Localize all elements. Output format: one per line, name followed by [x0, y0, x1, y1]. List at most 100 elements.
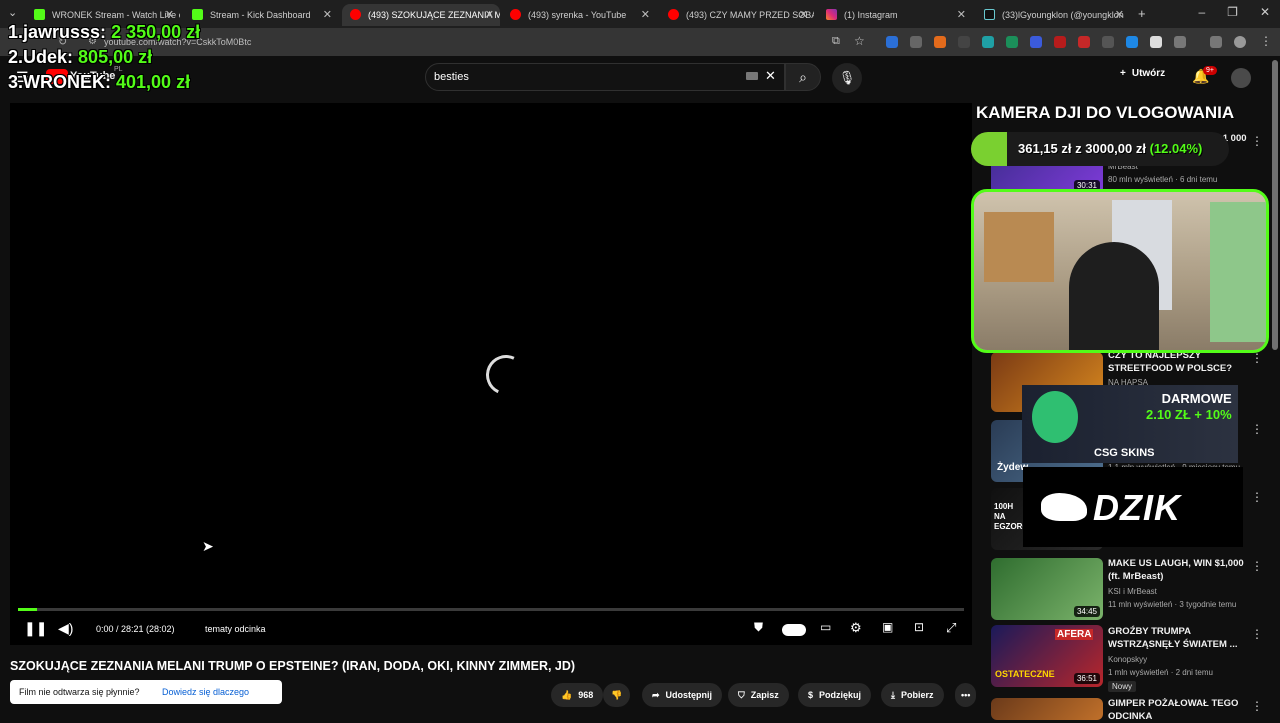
extension-icon[interactable] — [1006, 36, 1018, 48]
profile-icon[interactable] — [1234, 36, 1246, 48]
fullscreen-icon[interactable]: ⤢ — [946, 620, 956, 636]
extension-icon[interactable] — [1030, 36, 1042, 48]
notification-count-badge: 9+ — [1203, 66, 1217, 75]
recommended-title[interactable]: GIMPER POŻAŁOWAŁ TEGO ODCINKA — [1108, 697, 1248, 723]
more-vertical-icon[interactable]: ⋮ — [1251, 351, 1263, 365]
share-icon: ➦ — [652, 689, 660, 700]
clear-search-icon[interactable]: ✕ — [765, 68, 776, 84]
extension-icon[interactable] — [910, 36, 922, 48]
video-thumbnail[interactable]: AFERA OSTATECZNE 36:51 — [991, 625, 1103, 687]
voice-search-button[interactable]: 🎙 — [832, 63, 862, 93]
pause-icon[interactable]: ❚❚ — [24, 620, 47, 637]
avatar[interactable] — [1231, 68, 1251, 88]
extensions-puzzle-icon[interactable] — [1174, 36, 1186, 48]
autoplay-toggle[interactable] — [782, 624, 806, 636]
recommended-title[interactable]: MAKE US LAUGH, WIN $1,000 (ft. MrBeast) — [1108, 557, 1248, 583]
more-vertical-icon[interactable]: ⋮ — [1251, 699, 1263, 713]
volume-icon[interactable]: ◀) — [58, 620, 73, 637]
extension-icon[interactable] — [958, 36, 970, 48]
browser-tab[interactable]: (1) Instagram ✕ — [818, 4, 972, 26]
dislike-button[interactable]: 👎 — [603, 683, 631, 707]
share-button[interactable]: ➦ Udostępnij — [642, 683, 723, 707]
recommended-channel[interactable]: Konopskyy — [1108, 655, 1147, 664]
new-badge: Nowy — [1108, 681, 1137, 692]
browser-tab[interactable]: Stream - Kick Dashboard ✕ — [184, 4, 338, 26]
extension-icon[interactable] — [1150, 36, 1162, 48]
subtitles-icon[interactable]: ▭ — [820, 620, 831, 634]
more-vertical-icon[interactable]: ⋮ — [1251, 134, 1263, 148]
reading-list-icon[interactable] — [1210, 36, 1222, 48]
browser-tab-active[interactable]: (493) SZOKUJĄCE ZEZNANIA M ✕ — [342, 4, 500, 26]
toast-learn-more-link[interactable]: Dowiedz się dlaczego — [162, 687, 249, 697]
new-tab-icon[interactable]: + — [1138, 6, 1146, 21]
loading-spinner — [480, 349, 532, 401]
donation-current: 361,15 zł — [1018, 141, 1072, 156]
duration-badge: 34:45 — [1073, 606, 1100, 617]
progress-bar[interactable] — [18, 608, 964, 611]
extension-icon[interactable] — [1054, 36, 1066, 48]
duration-badge: 36:51 — [1073, 673, 1100, 684]
tab-label: (493) SZOKUJĄCE ZEZNANIA M — [368, 10, 500, 20]
recommended-title[interactable]: GROŹBY TRUMPA WSTRZĄSNĘŁY ŚWIATEM ... — [1108, 625, 1248, 651]
download-icon: ⤓ — [891, 689, 895, 700]
video-thumbnail[interactable]: 34:45 — [991, 558, 1103, 620]
close-tab-icon[interactable]: ✕ — [323, 8, 332, 21]
close-tab-icon[interactable]: ✕ — [485, 8, 494, 21]
close-tab-icon[interactable]: ✕ — [641, 8, 650, 21]
close-tab-icon[interactable]: ✕ — [1115, 8, 1124, 21]
cast-icon[interactable]: ⊡ — [914, 620, 924, 634]
theater-mode-icon[interactable]: ▣ — [882, 620, 893, 634]
close-tab-icon[interactable]: ✕ — [165, 8, 174, 21]
donation-goal-text: 361,15 zł z 3000,00 zł (12.04%) — [1018, 141, 1202, 156]
browser-tab[interactable]: (493) syrenka - YouTube ✕ — [502, 4, 656, 26]
settings-gear-icon[interactable]: ⚙ — [850, 620, 862, 636]
like-button[interactable]: 👍 968 — [551, 683, 604, 707]
sponsorblock-icon[interactable]: ⛊ — [754, 620, 763, 635]
sidebar-scrollbar[interactable] — [1272, 60, 1278, 350]
search-box[interactable]: besties ✕ — [425, 63, 785, 91]
sponsor-promo: DARMOWE 2.10 ZŁ + 10% — [1146, 391, 1232, 423]
instagram-favicon-icon — [826, 9, 837, 20]
leaderboard-entry: 1.jawrusss: 2 350,00 zł — [8, 22, 200, 43]
keyboard-icon[interactable] — [746, 72, 758, 80]
extension-icon[interactable] — [1078, 36, 1090, 48]
close-tab-icon[interactable]: ✕ — [957, 8, 966, 21]
extension-icon[interactable] — [982, 36, 994, 48]
download-button[interactable]: ⤓ Pobierz — [881, 683, 944, 707]
donation-separator: z — [1075, 141, 1082, 156]
kick-favicon-icon — [192, 9, 203, 20]
save-button[interactable]: ⛉ Zapisz — [728, 683, 789, 707]
maximize-icon[interactable]: ❐ — [1227, 5, 1238, 19]
tab-label: (1) Instagram — [844, 10, 898, 20]
minimize-icon[interactable]: – — [1198, 5, 1205, 19]
video-thumbnail[interactable] — [991, 698, 1103, 720]
extension-icon[interactable] — [934, 36, 946, 48]
donation-goal-fill — [971, 132, 1008, 166]
browser-tab[interactable]: (33)lGyoungklon (@youngklon ✕ — [976, 4, 1130, 26]
thanks-button[interactable]: $ Podziękuj — [798, 683, 872, 707]
more-vertical-icon[interactable]: ⋮ — [1251, 627, 1263, 641]
tab-search-icon[interactable]: ⌄ — [8, 6, 17, 19]
close-tab-icon[interactable]: ✕ — [799, 8, 808, 21]
donation-percent: (12.04%) — [1149, 141, 1203, 156]
recommended-channel[interactable]: KSI i MrBeast — [1108, 587, 1157, 596]
browser-menu-icon[interactable]: ⋮ — [1260, 34, 1272, 48]
more-vertical-icon[interactable]: ⋮ — [1251, 422, 1263, 436]
more-vertical-icon[interactable]: ⋮ — [1251, 490, 1263, 504]
create-button[interactable]: + Utwórz — [1120, 68, 1165, 79]
extension-icon[interactable] — [886, 36, 898, 48]
video-player[interactable]: ➤ ❚❚ ◀) 0:00 / 28:21 (28:02) tematy odci… — [10, 103, 972, 645]
more-actions-button[interactable]: ••• — [955, 683, 977, 707]
install-app-icon[interactable]: ⧉ — [832, 35, 840, 48]
extension-icon[interactable] — [1126, 36, 1138, 48]
close-window-icon[interactable]: ✕ — [1260, 5, 1270, 19]
more-vertical-icon[interactable]: ⋮ — [1251, 559, 1263, 573]
browser-tab[interactable]: (493) CZY MAMY PRZED SOBĄ ✕ — [660, 4, 814, 26]
bookmark-star-icon[interactable]: ☆ — [854, 34, 865, 48]
extension-icon[interactable] — [1102, 36, 1114, 48]
search-button[interactable]: ⌕ — [785, 63, 821, 91]
search-input[interactable]: besties — [434, 71, 734, 83]
leaderboard-amount: 401,00 zł — [116, 72, 191, 92]
chapter-label[interactable]: tematy odcinka — [205, 624, 266, 634]
microphone-icon: 🎙 — [838, 70, 856, 85]
